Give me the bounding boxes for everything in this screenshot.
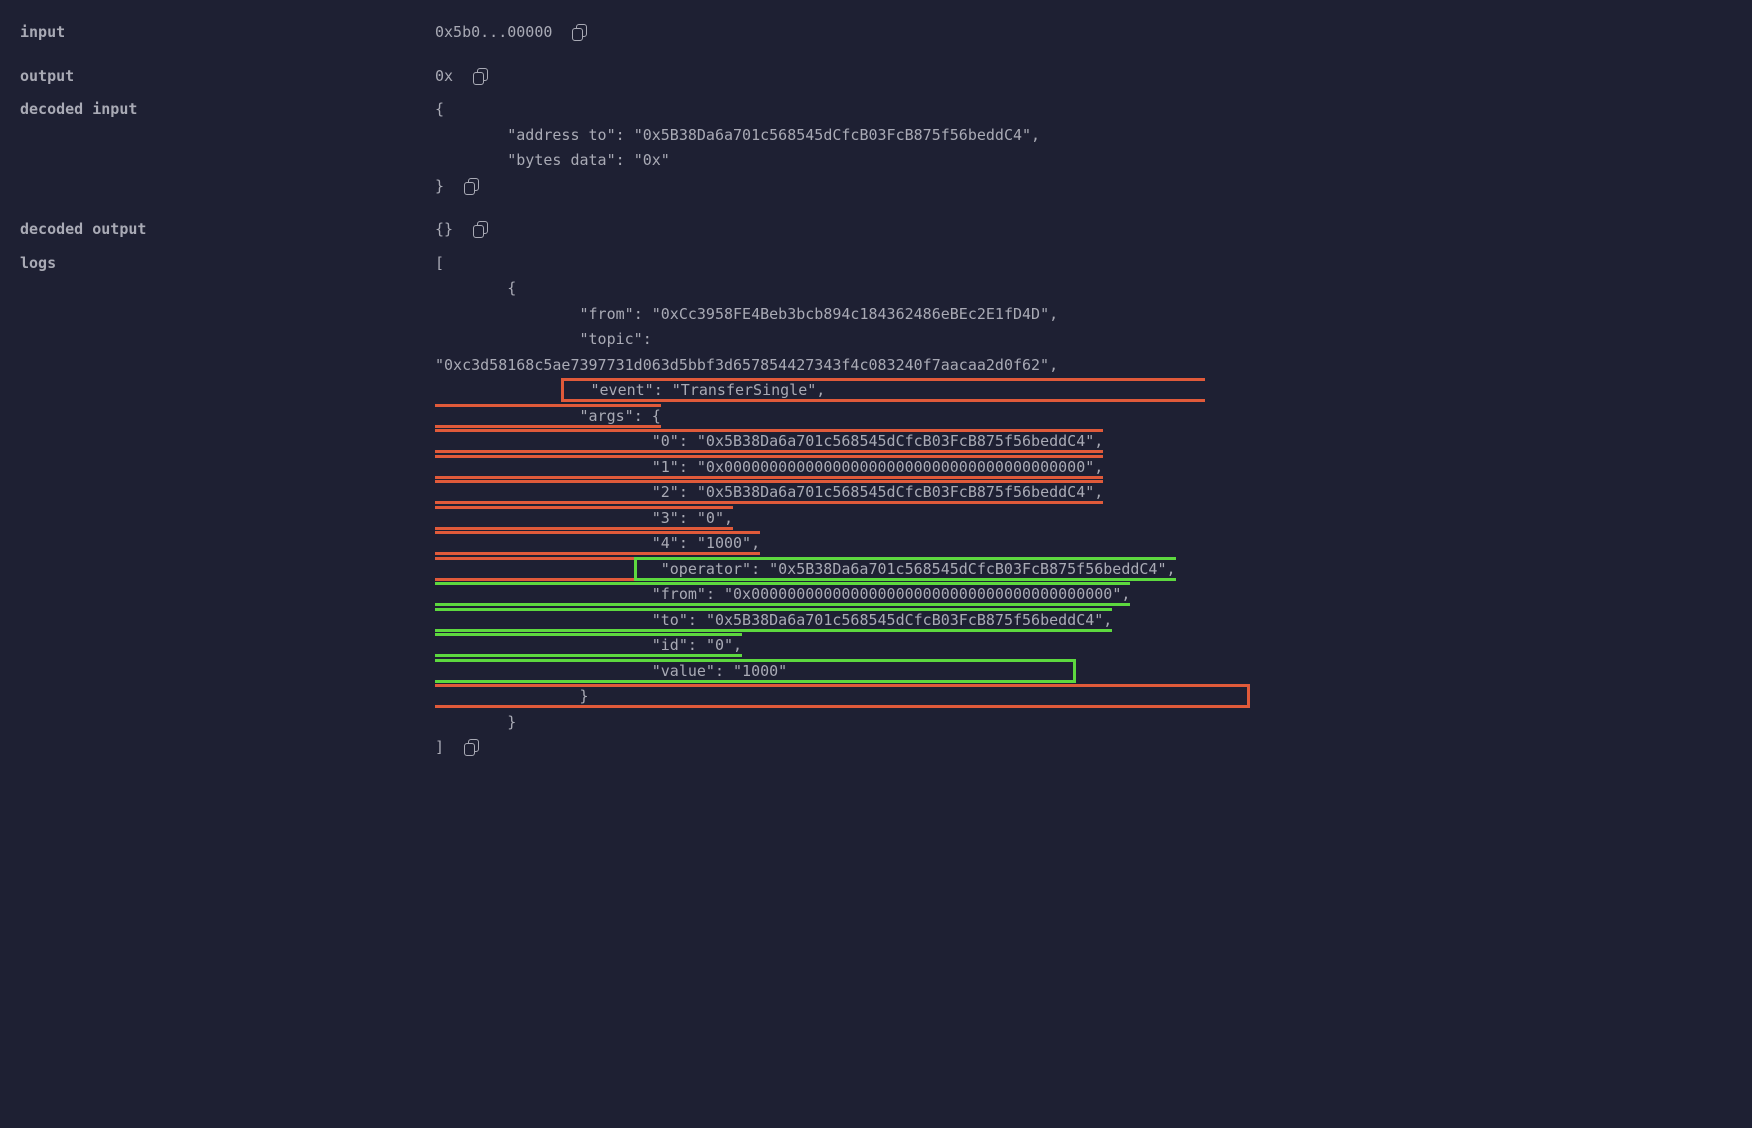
- highlight-event-args: "event": "TransferSingle", "args": { "0"…: [435, 378, 1250, 708]
- row-logs: logs [ { "from": "0xCc3958FE4Beb3bcb894c…: [20, 251, 1732, 761]
- row-output: output 0x: [20, 64, 1732, 90]
- row-decoded-output: decoded output {}: [20, 217, 1732, 243]
- label-output: output: [20, 64, 435, 90]
- copy-icon[interactable]: [473, 68, 489, 84]
- value-decoded-output: {}: [435, 217, 453, 243]
- copy-icon[interactable]: [473, 221, 489, 237]
- value-input: 0x5b0...00000: [435, 20, 552, 46]
- row-decoded-input: decoded input { "address to": "0x5B38Da6…: [20, 97, 1732, 199]
- label-decoded-output: decoded output: [20, 217, 435, 243]
- row-input: input 0x5b0...00000: [20, 20, 1732, 46]
- decoded-input-code: { "address to": "0x5B38Da6a701c568545dCf…: [435, 97, 1040, 174]
- copy-icon[interactable]: [572, 24, 588, 40]
- value-output: 0x: [435, 64, 453, 90]
- highlight-named-args: "operator": "0x5B38Da6a701c568545dCfcB03…: [435, 557, 1176, 683]
- copy-icon[interactable]: [464, 178, 480, 194]
- label-logs: logs: [20, 251, 435, 277]
- logs-code: [ { "from": "0xCc3958FE4Beb3bcb894c18436…: [435, 251, 1250, 736]
- copy-icon[interactable]: [464, 739, 480, 755]
- label-input: input: [20, 20, 435, 46]
- label-decoded-input: decoded input: [20, 97, 435, 123]
